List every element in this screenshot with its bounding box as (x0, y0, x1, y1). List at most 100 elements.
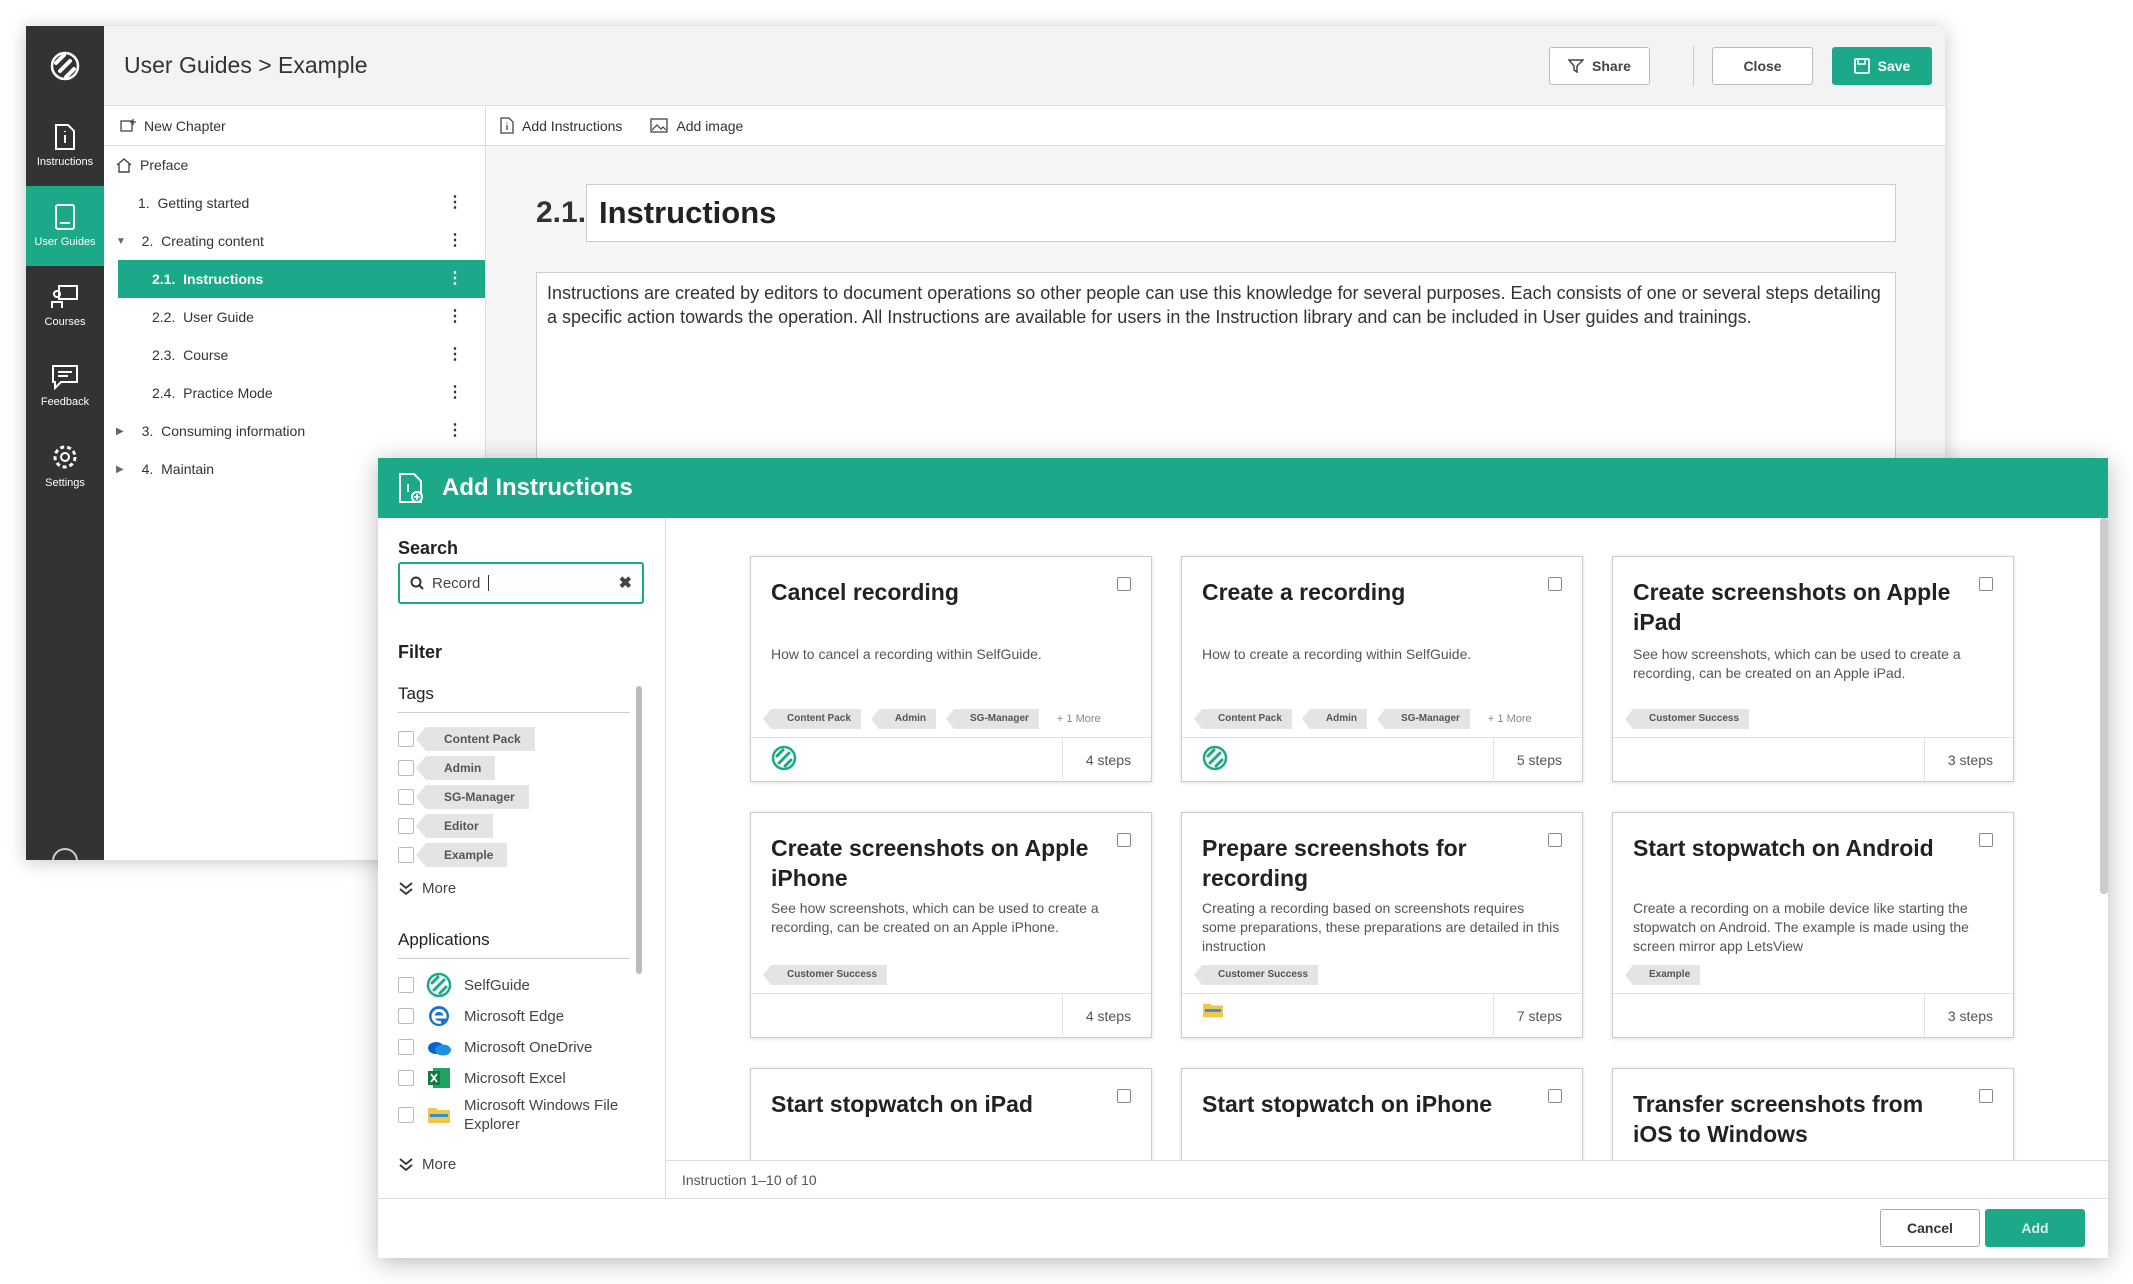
more-options-icon[interactable]: ⋮ (447, 309, 463, 325)
app-name: Microsoft Excel (464, 1069, 566, 1087)
toc-label: Creating content (161, 233, 264, 249)
tag-filter-row[interactable]: Editor (398, 811, 493, 840)
rail-item-courses[interactable]: Courses (26, 266, 104, 346)
edge-icon (426, 1003, 452, 1029)
more-options-icon[interactable]: ⋮ (447, 347, 463, 363)
selfguide-logo-icon[interactable] (26, 26, 104, 106)
more-options-icon[interactable]: ⋮ (447, 385, 463, 401)
card-checkbox[interactable] (1548, 577, 1562, 591)
card-checkbox[interactable] (1979, 577, 1993, 591)
checkbox[interactable] (398, 730, 414, 747)
toc-num: 2.3. (152, 347, 176, 363)
cancel-button[interactable]: Cancel (1880, 1209, 1980, 1247)
rail-item-instructions[interactable]: Instructions (26, 106, 104, 186)
toc-item-1[interactable]: 1. Getting started ⋮ (104, 184, 485, 222)
card-checkbox[interactable] (1117, 1089, 1131, 1103)
app-filter-row[interactable]: Microsoft Edge (398, 1003, 638, 1029)
card-checkbox[interactable] (1117, 833, 1131, 847)
share-button[interactable]: Share (1549, 47, 1650, 85)
file-explorer-icon (426, 1102, 452, 1128)
rail-item-settings[interactable]: Settings (26, 426, 104, 506)
toc-label: Consuming information (161, 423, 306, 439)
checkbox[interactable] (398, 817, 414, 834)
tag-filter-row[interactable]: Content Pack (398, 724, 535, 753)
toc-label: Course (183, 347, 229, 363)
card-divider (751, 993, 1151, 994)
tags-more-link[interactable]: More (398, 880, 456, 897)
nav-rail: Instructions User Guides Courses Feedbac… (26, 26, 104, 860)
help-icon[interactable] (52, 848, 78, 860)
checkbox[interactable] (398, 1107, 414, 1123)
more-options-icon[interactable]: ⋮ (447, 195, 463, 211)
tag-chip: Admin (1301, 709, 1368, 729)
add-instruction-icon (500, 117, 514, 134)
app-filter-row[interactable]: Microsoft Excel (398, 1065, 638, 1091)
tag-chip: Customer Success (1193, 965, 1319, 985)
close-label: Close (1743, 58, 1782, 74)
card-checkbox[interactable] (1979, 1089, 1993, 1103)
toc-item-3[interactable]: ▶ 3. Consuming information ⋮ (104, 412, 485, 450)
rail-item-feedback[interactable]: Feedback (26, 346, 104, 426)
toc-item-2-2[interactable]: 2.2. User Guide ⋮ (104, 298, 485, 336)
tag-filter-row[interactable]: Admin (398, 753, 496, 782)
rail-item-user-guides[interactable]: User Guides (26, 186, 104, 266)
instruction-card[interactable]: Cancel recording How to cancel a recordi… (750, 556, 1152, 782)
filter-scrollbar[interactable] (636, 686, 642, 974)
caret-right-icon[interactable]: ▶ (116, 464, 130, 475)
caret-right-icon[interactable]: ▶ (116, 426, 130, 437)
card-description: See how screenshots, which can be used t… (1633, 646, 1961, 681)
toc-label: Practice Mode (183, 385, 273, 401)
instruction-card[interactable]: Start stopwatch on Android Create a reco… (1612, 812, 2014, 1038)
close-button[interactable]: Close (1712, 47, 1813, 85)
search-value: Record (432, 574, 481, 592)
new-chapter-button[interactable]: New Chapter (104, 106, 485, 146)
checkbox[interactable] (398, 1008, 414, 1024)
instruction-card[interactable]: Create screenshots on Apple iPhone See h… (750, 812, 1152, 1038)
dialog-footer: Cancel Add (378, 1198, 2108, 1258)
card-checkbox[interactable] (1117, 577, 1131, 591)
app-filter-row[interactable]: Microsoft Windows File Explorer (398, 1096, 638, 1134)
add-instructions-button[interactable]: Add Instructions (500, 117, 622, 134)
section-title-input[interactable]: Instructions (586, 184, 1896, 242)
card-tags: Customer Success (762, 963, 1141, 987)
more-options-icon[interactable]: ⋮ (447, 233, 463, 249)
add-button[interactable]: Add (1985, 1209, 2085, 1247)
checkbox[interactable] (398, 977, 414, 993)
checkbox[interactable] (398, 1070, 414, 1086)
clear-search-icon[interactable]: ✖ (619, 573, 632, 593)
image-icon (650, 118, 669, 133)
card-checkbox[interactable] (1979, 833, 1993, 847)
checkbox[interactable] (398, 759, 414, 776)
toc-item-2-1[interactable]: 2.1. Instructions ⋮ (118, 260, 485, 298)
toc-item-preface[interactable]: Preface (104, 146, 485, 184)
tag-filter-row[interactable]: SG-Manager (398, 782, 529, 811)
card-checkbox[interactable] (1548, 1089, 1562, 1103)
toc-item-2[interactable]: ▼ 2. Creating content ⋮ (104, 222, 485, 260)
add-image-button[interactable]: Add image (650, 118, 743, 134)
app-filter-row[interactable]: SelfGuide (398, 972, 638, 998)
caret-down-icon[interactable]: ▼ (116, 236, 130, 247)
card-divider (1062, 994, 1063, 1038)
toc-item-2-4[interactable]: 2.4. Practice Mode ⋮ (104, 374, 485, 412)
app-filter-row[interactable]: Microsoft OneDrive (398, 1034, 638, 1060)
dialog-header: Add Instructions (378, 458, 2108, 518)
toc-item-2-3[interactable]: 2.3. Course ⋮ (104, 336, 485, 374)
save-button[interactable]: Save (1832, 47, 1932, 85)
card-divider (1613, 737, 2013, 738)
tag-filter-row[interactable]: Example (398, 840, 508, 869)
instruction-card[interactable]: Prepare screenshots for recording Creati… (1181, 812, 1583, 1038)
more-options-icon[interactable]: ⋮ (447, 423, 463, 439)
results-scrollbar[interactable] (2100, 518, 2108, 894)
card-tags: Content Pack Admin SG-Manager + 1 More (1194, 707, 1572, 731)
instruction-card[interactable]: Create a recording How to create a recor… (1181, 556, 1583, 782)
card-divider (1613, 993, 2013, 994)
checkbox[interactable] (398, 788, 414, 805)
instruction-card[interactable]: Create screenshots on Apple iPad See how… (1612, 556, 2014, 782)
applications-more-link[interactable]: More (398, 1156, 456, 1173)
more-options-icon[interactable]: ⋮ (447, 271, 463, 287)
card-checkbox[interactable] (1548, 833, 1562, 847)
search-input[interactable]: Record ✖ (398, 562, 644, 604)
tags-label: Tags (398, 684, 434, 703)
checkbox[interactable] (398, 1039, 414, 1055)
checkbox[interactable] (398, 846, 414, 863)
